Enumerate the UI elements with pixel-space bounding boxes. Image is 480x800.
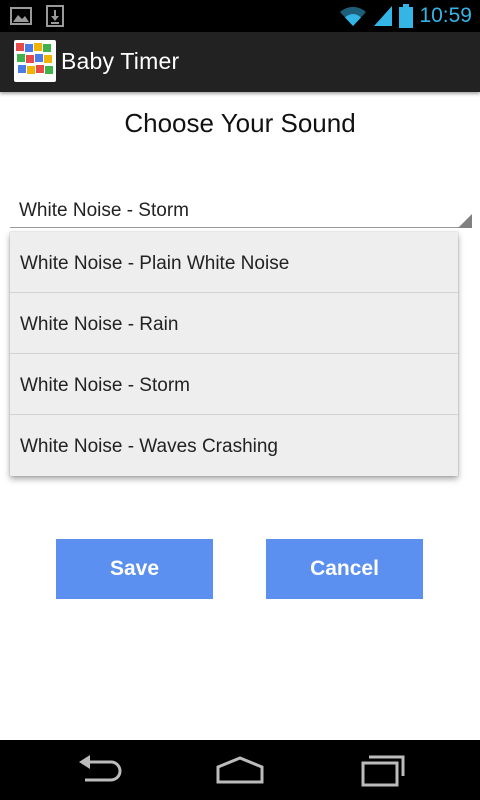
system-icons: 10:59 <box>339 3 472 29</box>
list-item[interactable]: White Noise - Waves Crashing <box>10 415 458 476</box>
clock: 10:59 <box>419 3 472 29</box>
spinner-selected-value: White Noise - Storm <box>19 200 189 222</box>
baby-timer-logo-icon[interactable] <box>14 40 56 82</box>
screen: 10:59 Baby Timer Choose Your Sound <box>0 0 480 800</box>
status-bar: 10:59 <box>0 0 480 32</box>
cancel-button[interactable]: Cancel <box>266 539 423 599</box>
gallery-notification-icon <box>10 5 32 27</box>
save-button[interactable]: Save <box>56 539 213 599</box>
navigation-bar <box>0 740 480 800</box>
signal-icon <box>373 4 393 28</box>
list-item-label: White Noise - Storm <box>20 375 190 397</box>
recent-apps-icon[interactable] <box>355 754 405 788</box>
app-title: Baby Timer <box>61 48 179 75</box>
dropdown-triangle-icon <box>458 214 472 228</box>
download-notification-icon <box>44 5 66 27</box>
battery-icon <box>399 4 413 28</box>
list-item[interactable]: White Noise - Plain White Noise <box>10 232 458 293</box>
wifi-icon <box>339 4 367 28</box>
list-item-label: White Noise - Rain <box>20 314 178 336</box>
spinner-underline <box>10 227 466 228</box>
back-icon[interactable] <box>75 754 125 788</box>
sound-dropdown-list: White Noise - Plain White Noise White No… <box>10 232 458 476</box>
sound-spinner[interactable]: White Noise - Storm <box>10 190 472 230</box>
notification-icons <box>10 5 66 27</box>
list-item-label: White Noise - Plain White Noise <box>20 253 289 275</box>
action-bar: Baby Timer <box>0 32 480 92</box>
list-item[interactable]: White Noise - Storm <box>10 354 458 415</box>
list-item[interactable]: White Noise - Rain <box>10 293 458 354</box>
home-icon[interactable] <box>215 754 265 788</box>
page-title: Choose Your Sound <box>0 108 480 139</box>
list-item-label: White Noise - Waves Crashing <box>20 436 278 458</box>
